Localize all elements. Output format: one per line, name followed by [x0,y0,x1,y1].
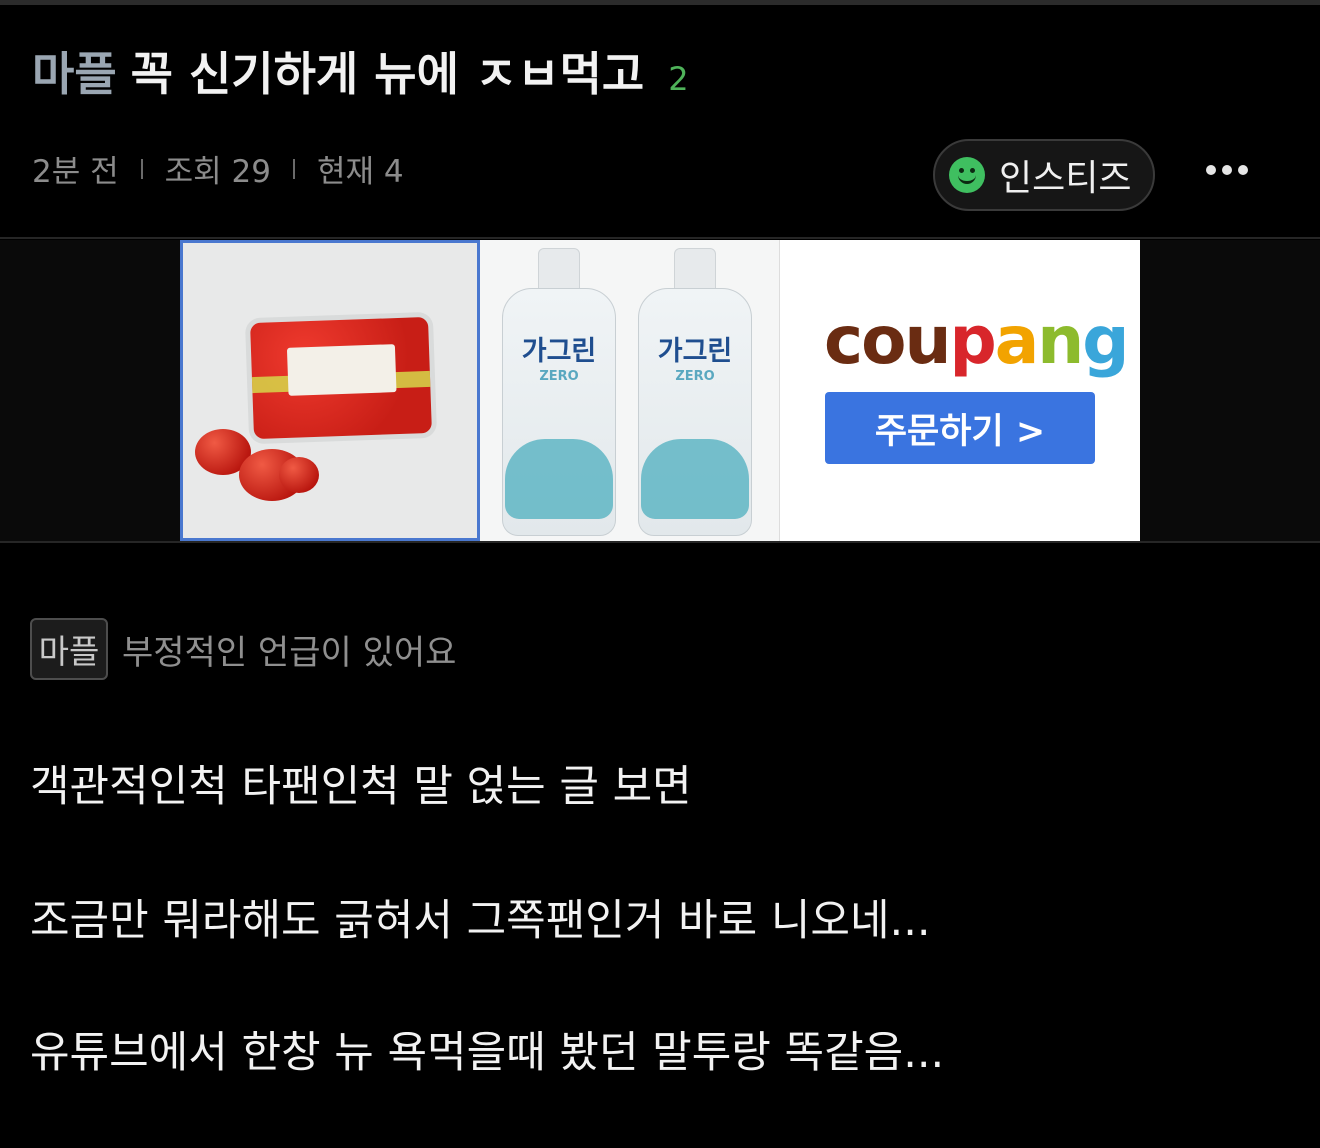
top-border [0,0,1320,5]
ad-divider [0,541,1320,543]
coupang-logo-letter: u [904,302,951,379]
notice-tag: 마플 [30,618,108,680]
post-views: 조회 29 [164,154,271,190]
coupang-logo-letter: n [1037,302,1084,379]
body-line: 유튜브에서 한창 뉴 욕먹을때 봤던 말투랑 똑같음... [30,1028,945,1078]
order-button[interactable]: 주문하기 > [825,392,1095,464]
post-title: 꼭 신기하게 뉴에 ㅈㅂ먹고 [130,47,645,101]
smiley-icon [949,157,985,193]
coupang-cta-panel[interactable]: coupang 주문하기 > [780,240,1140,541]
product-sub: ZERO [539,369,579,384]
mouthwash-bottle: 가그린 ZERO [638,248,752,538]
header-divider [0,237,1320,239]
post-meta: 2분 전 조회 29 현재 4 [32,146,404,191]
coupang-logo-letter: p [949,302,996,379]
coupang-logo-letter: g [1082,302,1129,379]
post-category[interactable]: 마플 [32,38,117,104]
coupang-logo-letter: a [994,302,1040,379]
post-time: 2분 전 [32,154,119,190]
mouthwash-product-image[interactable]: 가그린 ZERO 가그린 ZERO [480,240,780,541]
board-badge-button[interactable]: 인스티즈 [933,139,1155,211]
product-name: 가그린 [521,336,597,367]
tomato-tray [250,316,432,440]
notice-text: 부정적인 언급이 있어요 [122,632,457,673]
coupang-logo-letter: o [861,302,906,379]
more-horizontal-icon[interactable] [1206,165,1248,175]
product-name: 가그린 [657,336,733,367]
meta-separator [140,158,143,179]
post-title-row: 마플 꼭 신기하게 뉴에 ㅈㅂ먹고 2 [32,38,689,104]
board-badge-label: 인스티즈 [999,158,1132,199]
mouthwash-bottle: 가그린 ZERO [502,248,616,538]
coupang-logo: coupang [824,302,1130,379]
body-line: 조금만 뭐라해도 긁혀서 그쪽팬인거 바로 니오네... [30,896,931,946]
tomato-product-image[interactable] [180,240,480,541]
comment-count[interactable]: 2 [668,60,688,98]
product-sub: ZERO [675,369,715,384]
body-line: 객관적인척 타팬인척 말 얹는 글 보면 [30,762,692,812]
meta-separator [292,158,295,179]
content-notice: 마플 부정적인 언급이 있어요 [30,618,456,680]
coupang-logo-letter: c [824,302,863,379]
coupang-ad-banner[interactable]: 가그린 ZERO 가그린 ZERO coupang 주문하기 > [180,240,1140,541]
post-current-viewers: 현재 4 [316,154,404,190]
